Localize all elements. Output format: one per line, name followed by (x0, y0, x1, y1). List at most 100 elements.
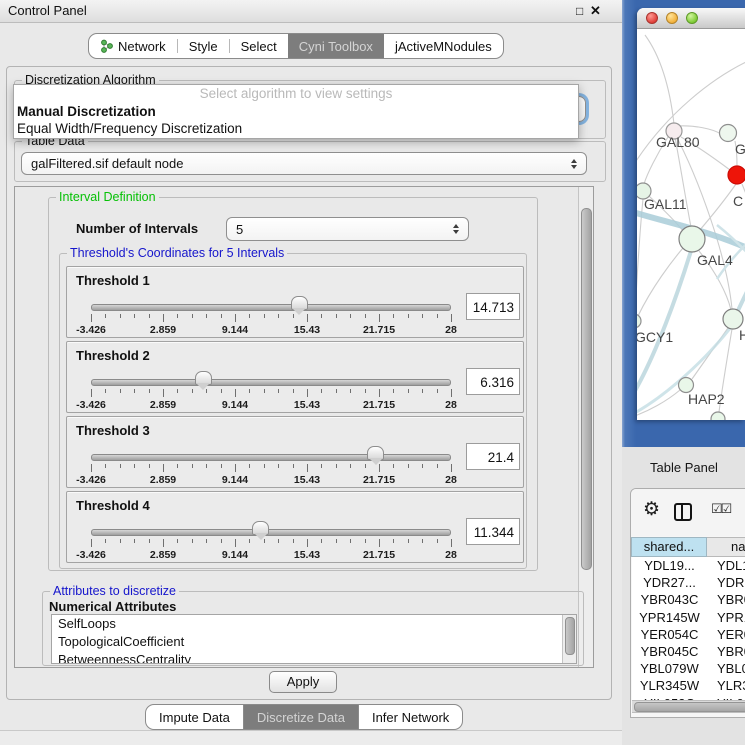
slider-thumb[interactable] (195, 371, 212, 385)
node-table-body[interactable]: YDL19...YDL1YDR27...YDR2YBR043CYBR0YPR14… (632, 557, 745, 700)
table-row[interactable]: YDR27...YDR2 (632, 574, 745, 591)
slider-scale (91, 314, 451, 323)
tab-select[interactable]: Select (230, 34, 288, 58)
table-row[interactable]: YLR345WYLR3 (632, 677, 745, 694)
tab-discretize-data[interactable]: Discretize Data (243, 705, 359, 729)
tick-label: 15.43 (294, 324, 320, 336)
tab-style[interactable]: Style (178, 34, 229, 58)
threshold-1-value-field[interactable]: 14.713 (466, 293, 520, 320)
tab-label: Select (241, 39, 277, 54)
tick-label: 15.43 (294, 474, 320, 486)
node-label: GAL11 (644, 196, 687, 212)
float-window-icon[interactable]: □ (576, 3, 583, 19)
select-columns-icon[interactable]: ☑☑ (711, 501, 730, 517)
table-cell: YER054C (632, 627, 707, 642)
tick-label: -3.426 (76, 474, 106, 486)
tick-label: -3.426 (76, 324, 106, 336)
slider-tick-labels: -3.4262.8599.14415.4321.71528 (91, 474, 451, 486)
tick-label: 21.715 (363, 399, 395, 411)
network-node-top[interactable] (720, 125, 737, 142)
numerical-attributes-list[interactable]: SelfLoopsTopologicalCoefficientBetweenne… (51, 614, 577, 664)
dropdown-option-equal-width-frequency[interactable]: Equal Width/Frequency Discretization (14, 120, 578, 137)
node-label: GA (735, 141, 745, 157)
scrollbar-thumb[interactable] (565, 617, 575, 655)
tab-label: Discretize Data (257, 710, 345, 725)
list-item[interactable]: TopologicalCoefficient (52, 633, 562, 651)
network-view-canvas[interactable]: GAL80GAGAL11CGAL4GCY1HHAP2 (637, 29, 745, 420)
scrollbar-thumb[interactable] (634, 702, 745, 712)
list-item[interactable]: BetweennessCentrality (52, 651, 562, 664)
tick-label: 2.859 (150, 324, 176, 336)
tick-label: 28 (445, 399, 457, 411)
tick-label: 15.43 (294, 399, 320, 411)
number-of-intervals-combobox[interactable]: 5 (226, 217, 469, 241)
tick-label: 2.859 (150, 399, 176, 411)
tab-cyni-toolbox[interactable]: Cyni Toolbox (288, 34, 384, 58)
slider-thumb[interactable] (252, 521, 269, 535)
threshold-3-panel: Threshold 3 -3.4262.8599.14415.4321.7152… (66, 416, 524, 488)
table-row[interactable]: YBR043CYBR0 (632, 591, 745, 608)
gear-icon[interactable]: ⚙ (643, 500, 660, 519)
table-cell: YPR1 (707, 610, 745, 625)
dropdown-option-manual-discretization[interactable]: Manual Discretization (14, 103, 578, 120)
table-row[interactable]: YBR045CYBR0 (632, 643, 745, 660)
node-label: H (739, 327, 745, 343)
slider-thumb[interactable] (291, 296, 308, 310)
tab-infer-network[interactable]: Infer Network (359, 705, 462, 729)
split-columns-icon[interactable] (674, 503, 692, 521)
tick-label: 21.715 (363, 324, 395, 336)
table-row[interactable]: YER054CYER0 (632, 626, 745, 643)
network-node-red[interactable] (728, 166, 745, 184)
zoom-traffic-light-icon[interactable] (686, 12, 698, 24)
app-screen: Control Panel □ ✕ Network Style Select C… (0, 0, 745, 745)
table-cell: YBR043C (632, 592, 707, 607)
apply-button[interactable]: Apply (269, 671, 337, 693)
slider-scale (91, 464, 451, 473)
node-label: GAL4 (697, 252, 733, 268)
tick-label: 9.144 (222, 549, 248, 561)
network-node-gal4[interactable] (679, 226, 705, 252)
table-cell: YLR345W (632, 678, 707, 693)
table-row[interactable]: YDL19...YDL1 (632, 557, 745, 574)
threshold-4-value-field[interactable]: 11.344 (466, 518, 520, 545)
close-traffic-light-icon[interactable] (646, 12, 658, 24)
network-node-bottom[interactable] (711, 412, 725, 420)
close-icon[interactable]: ✕ (590, 3, 601, 19)
list-item[interactable]: SelfLoops (52, 615, 562, 633)
minimize-traffic-light-icon[interactable] (666, 12, 678, 24)
network-node-gcy1[interactable] (637, 314, 641, 328)
slider-thumb[interactable] (367, 446, 384, 460)
table-cell: YBR0 (707, 644, 745, 659)
number-of-intervals-label: Number of Intervals (76, 221, 198, 236)
scrollbar-thumb[interactable] (581, 208, 592, 570)
table-row[interactable]: YPR145WYPR1 (632, 609, 745, 626)
tab-impute-data[interactable]: Impute Data (146, 705, 243, 729)
tab-label: Network (118, 39, 166, 54)
slider-track[interactable] (91, 529, 451, 536)
table-row[interactable]: YBL079WYBL0 (632, 660, 745, 677)
table-data-combobox[interactable]: galFiltered.sif default node (21, 152, 587, 175)
network-node-right[interactable] (723, 309, 743, 329)
threshold-2-value-field[interactable]: 6.316 (466, 368, 520, 395)
attributes-group: Attributes to discretize Numerical Attri… (42, 591, 584, 666)
slider-track[interactable] (91, 454, 451, 461)
tick-label: 2.859 (150, 549, 176, 561)
tab-jactivemnodules[interactable]: jActiveMNodules (384, 34, 503, 58)
threshold-3-value-field[interactable]: 21.4 (466, 443, 520, 470)
horizontal-scrollbar[interactable] (632, 700, 745, 713)
control-panel-titlebar: Control Panel □ ✕ (0, 0, 622, 23)
table-cell: YLR3 (707, 678, 745, 693)
tab-network[interactable]: Network (89, 34, 177, 58)
node-label: GCY1 (637, 329, 673, 345)
slider-track[interactable] (91, 379, 451, 386)
column-header-name[interactable]: name (707, 537, 745, 557)
list-scrollbar[interactable] (562, 615, 576, 663)
column-header-shared[interactable]: shared... (631, 537, 707, 557)
slider-track[interactable] (91, 304, 451, 311)
tab-label: Style (189, 39, 218, 54)
table-toolbar: ⚙ ☑☑ (631, 489, 745, 536)
tick-label: 2.859 (150, 474, 176, 486)
table-cell: YDL19... (632, 558, 707, 573)
table-cell: YPR145W (632, 610, 707, 625)
tick-label: -3.426 (76, 549, 106, 561)
